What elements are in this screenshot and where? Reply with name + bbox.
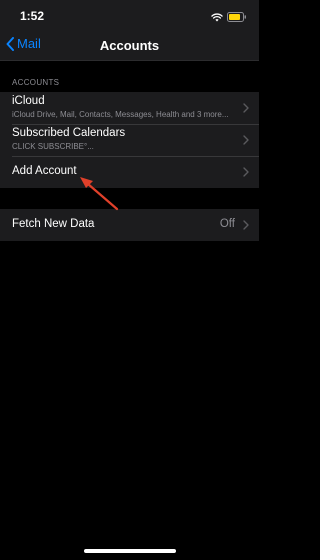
status-bar: 1:52: [0, 0, 259, 30]
home-indicator: [84, 549, 176, 553]
add-account-row[interactable]: Add Account: [0, 156, 259, 188]
fetch-value: Off: [219, 218, 235, 230]
row-title: Subscribed Calendars: [12, 127, 126, 139]
status-time: 1:52: [20, 9, 45, 23]
accounts-list: iCloud iCloud Drive, Mail, Contacts, Mes…: [0, 92, 259, 188]
accounts-section-header: ACCOUNTS: [12, 78, 60, 87]
chevron-right-icon: [243, 135, 249, 145]
status-icons: [211, 9, 247, 27]
row-subtitle: CLICK SUBSCRIBE°...: [12, 142, 94, 151]
row-title: Fetch New Data: [12, 218, 95, 230]
wifi-icon: [211, 9, 223, 27]
chevron-right-icon: [243, 220, 249, 230]
row-subtitle: iCloud Drive, Mail, Contacts, Messages, …: [12, 110, 229, 119]
account-row-subscribed-calendars[interactable]: Subscribed Calendars CLICK SUBSCRIBE°...: [0, 124, 259, 156]
chevron-right-icon: [243, 167, 249, 177]
fetch-group: Fetch New Data Off: [0, 209, 259, 241]
nav-bar: Mail Accounts: [0, 30, 259, 61]
page-title: Accounts: [99, 38, 160, 53]
account-row-icloud[interactable]: iCloud iCloud Drive, Mail, Contacts, Mes…: [0, 92, 259, 124]
row-title: Add Account: [12, 165, 77, 177]
battery-icon: [227, 9, 247, 27]
fetch-new-data-row[interactable]: Fetch New Data Off: [0, 209, 259, 241]
row-title: iCloud: [12, 95, 45, 107]
chevron-right-icon: [243, 103, 249, 113]
